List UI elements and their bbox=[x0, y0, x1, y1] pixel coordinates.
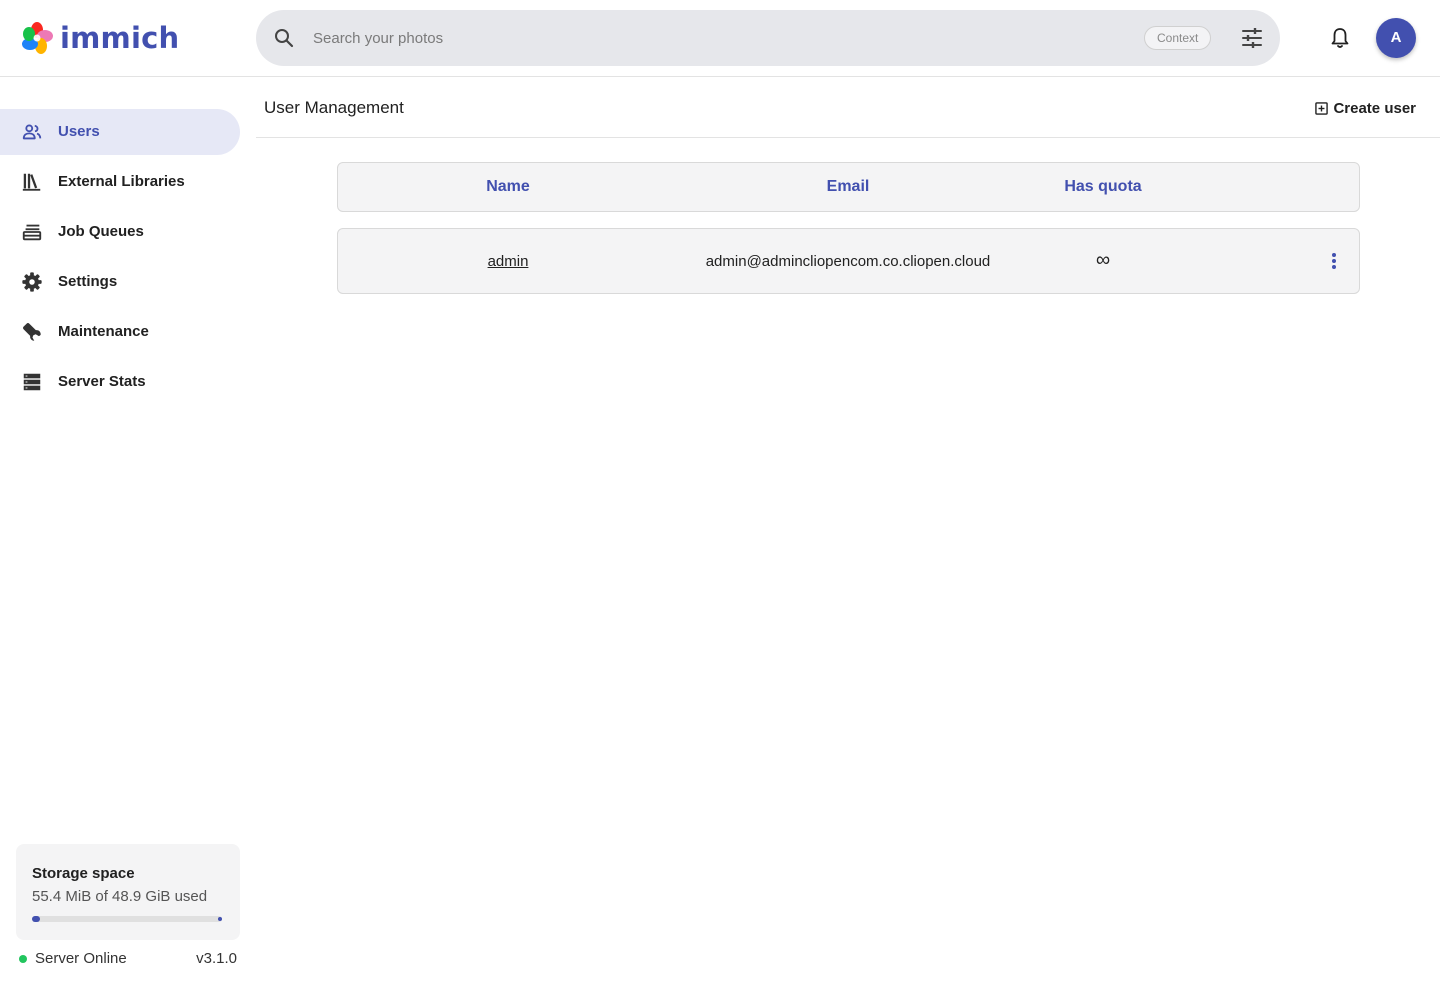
notification-bell-icon[interactable] bbox=[1328, 26, 1352, 50]
sidebar-item-job-queues[interactable]: Job Queues bbox=[0, 209, 240, 255]
users-icon bbox=[22, 124, 42, 140]
sidebar-item-maintenance[interactable]: Maintenance bbox=[0, 309, 240, 355]
users-table-header: Name Email Has quota bbox=[337, 162, 1360, 212]
sidebar-item-label: External Libraries bbox=[58, 173, 185, 190]
user-name-link[interactable]: admin bbox=[408, 253, 608, 270]
immich-logo[interactable]: immich bbox=[20, 20, 179, 56]
sidebar: Users External Libraries Job Queues Sett… bbox=[0, 77, 256, 1000]
sidebar-item-external-libraries[interactable]: External Libraries bbox=[0, 159, 240, 205]
create-user-label: Create user bbox=[1333, 99, 1416, 117]
column-header-has-quota[interactable]: Has quota bbox=[1003, 178, 1203, 196]
library-icon bbox=[22, 173, 41, 191]
table-row: admin admin@admincliopencom.co.cliopen.c… bbox=[337, 228, 1360, 294]
storage-used-text: 55.4 MiB of 48.9 GiB used bbox=[32, 888, 208, 905]
sidebar-item-settings[interactable]: Settings bbox=[0, 259, 240, 305]
search-input[interactable] bbox=[313, 24, 1073, 52]
user-email: admin@admincliopencom.co.cliopen.cloud bbox=[705, 253, 991, 270]
sidebar-item-users[interactable]: Users bbox=[0, 109, 240, 155]
server-status: Server Online v3.1.0 bbox=[19, 950, 237, 970]
top-bar: immich Context A bbox=[0, 0, 1440, 77]
context-search-chip[interactable]: Context bbox=[1144, 26, 1212, 50]
user-avatar[interactable]: A bbox=[1376, 18, 1416, 58]
column-header-email[interactable]: Email bbox=[698, 178, 998, 196]
storage-progress-end-dot bbox=[218, 917, 222, 921]
storage-title: Storage space bbox=[32, 865, 135, 882]
sidebar-item-label: Maintenance bbox=[58, 323, 149, 340]
sidebar-item-label: Job Queues bbox=[58, 223, 144, 240]
wrench-icon bbox=[23, 323, 41, 341]
create-user-button[interactable]: Create user bbox=[1315, 97, 1416, 119]
storage-space-card: Storage space 55.4 MiB of 48.9 GiB used bbox=[16, 844, 240, 940]
sidebar-item-label: Server Stats bbox=[58, 373, 146, 390]
immich-pinwheel-icon bbox=[22, 22, 53, 54]
sidebar-item-label: Users bbox=[58, 123, 100, 140]
job-queues-icon bbox=[22, 224, 42, 241]
app-name: immich bbox=[60, 21, 180, 55]
server-icon bbox=[23, 373, 41, 391]
sidebar-item-server-stats[interactable]: Server Stats bbox=[0, 359, 240, 405]
more-options-icon[interactable] bbox=[1324, 249, 1344, 273]
page-title: User Management bbox=[264, 98, 404, 117]
search-options-icon[interactable] bbox=[1240, 26, 1264, 50]
storage-progress-fill bbox=[32, 916, 40, 922]
sidebar-item-label: Settings bbox=[58, 273, 118, 290]
server-status-text: Server Online bbox=[35, 950, 127, 967]
gear-icon bbox=[22, 272, 42, 292]
user-quota-infinity: ∞ bbox=[1095, 249, 1111, 271]
server-online-indicator bbox=[19, 955, 27, 963]
column-header-name[interactable]: Name bbox=[408, 178, 608, 196]
server-version[interactable]: v3.1.0 bbox=[196, 950, 237, 967]
add-box-icon bbox=[1315, 101, 1329, 115]
search-bar: Context bbox=[256, 10, 1280, 66]
page-header: User Management Create user bbox=[256, 77, 1440, 138]
search-icon[interactable] bbox=[272, 26, 296, 50]
storage-progress-bar bbox=[32, 916, 222, 922]
